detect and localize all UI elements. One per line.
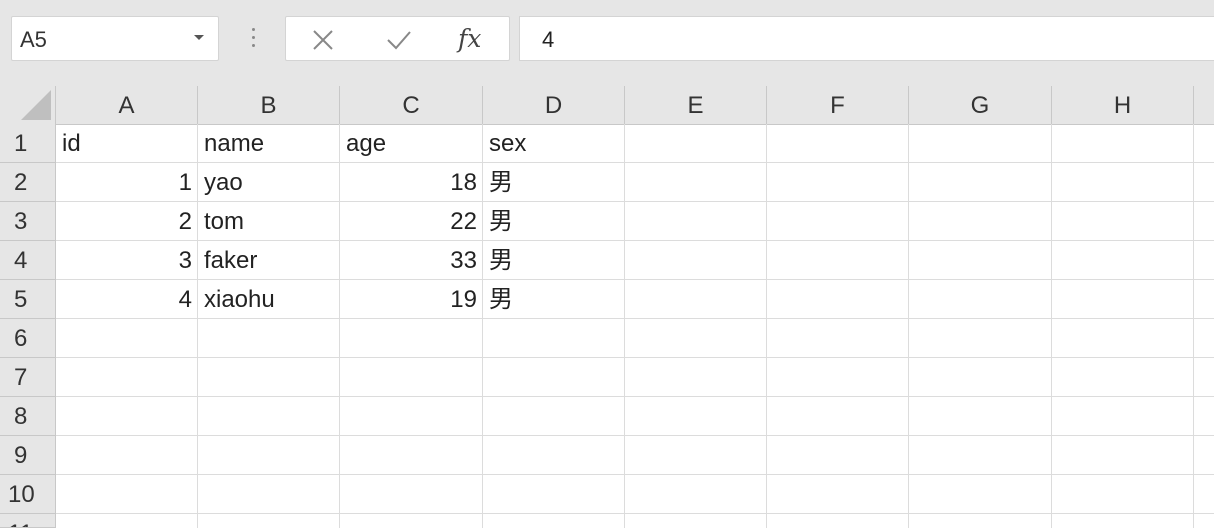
row-header-3[interactable]: 3 [0, 202, 56, 241]
row-number: 6 [14, 325, 28, 352]
column-headers: A B C D E F G H [0, 86, 1214, 125]
row-number: 3 [14, 208, 28, 235]
cell-a5[interactable]: 4 [56, 280, 198, 318]
cell-a3[interactable]: 2 [56, 202, 198, 240]
row-header-5[interactable]: 5 [0, 280, 56, 319]
row-header-6[interactable]: 6 [0, 319, 56, 358]
row-header-4[interactable]: 4 [0, 241, 56, 280]
cell-b2[interactable]: yao [198, 163, 340, 201]
cell-d2[interactable]: 男 [483, 163, 625, 201]
cell-b4[interactable]: faker [198, 241, 340, 279]
name-box[interactable]: A5 [11, 16, 219, 61]
row-number: 11 [8, 520, 33, 527]
formula-bar: A5 fx 4 [0, 0, 1214, 80]
cell-c2[interactable]: 18 [340, 163, 483, 201]
row-header-10[interactable]: 10 [0, 475, 56, 514]
row-header-11[interactable]: 11 [0, 514, 56, 528]
column-header-g[interactable]: G [909, 86, 1052, 124]
cell-a1[interactable]: id [56, 124, 198, 162]
row-number: 1 [14, 130, 28, 157]
row-number: 8 [14, 403, 28, 430]
cell-b1[interactable]: name [198, 124, 340, 162]
cell-c1[interactable]: age [340, 124, 483, 162]
cell-d4[interactable]: 男 [483, 241, 625, 279]
formula-buttons: fx [285, 16, 510, 61]
cell-a2[interactable]: 1 [56, 163, 198, 201]
column-header-c[interactable]: C [340, 86, 483, 124]
more-options-icon[interactable] [250, 28, 256, 52]
formula-input-value: 4 [542, 27, 555, 52]
column-header-h[interactable]: H [1052, 86, 1194, 124]
cell-a4[interactable]: 3 [56, 241, 198, 279]
column-header-d[interactable]: D [483, 86, 625, 124]
column-header-a[interactable]: A [56, 86, 198, 124]
select-all-button[interactable] [0, 86, 56, 124]
cell-d1[interactable]: sex [483, 124, 625, 162]
row-header-2[interactable]: 2 [0, 163, 56, 202]
row-header-7[interactable]: 7 [0, 358, 56, 397]
row-number: 10 [8, 481, 35, 508]
row-number: 9 [14, 442, 28, 469]
spreadsheet-grid[interactable]: A B C D E F G H 1 2 3 4 5 6 7 8 9 10 11 … [0, 86, 1214, 528]
row-header-1[interactable]: 1 [0, 124, 56, 163]
formula-input[interactable]: 4 [519, 16, 1214, 61]
column-header-f[interactable]: F [767, 86, 909, 124]
row-number: 4 [14, 247, 28, 274]
row-number: 5 [14, 286, 28, 313]
row-header-8[interactable]: 8 [0, 397, 56, 436]
cell-d3[interactable]: 男 [483, 202, 625, 240]
cell-b3[interactable]: tom [198, 202, 340, 240]
row-number: 7 [14, 364, 28, 391]
cell-c3[interactable]: 22 [340, 202, 483, 240]
name-box-value: A5 [20, 27, 47, 52]
cell-d5[interactable]: 男 [483, 280, 625, 318]
check-icon[interactable] [379, 22, 419, 58]
close-icon[interactable] [303, 22, 343, 58]
column-header-e[interactable]: E [625, 86, 767, 124]
cell-c5[interactable]: 19 [340, 280, 483, 318]
column-header-b[interactable]: B [198, 86, 340, 124]
row-header-9[interactable]: 9 [0, 436, 56, 475]
row-number: 2 [14, 169, 28, 196]
insert-function-button[interactable]: fx [458, 24, 481, 53]
cell-b5[interactable]: xiaohu [198, 280, 340, 318]
cell-c4[interactable]: 33 [340, 241, 483, 279]
chevron-down-icon[interactable] [194, 35, 204, 40]
